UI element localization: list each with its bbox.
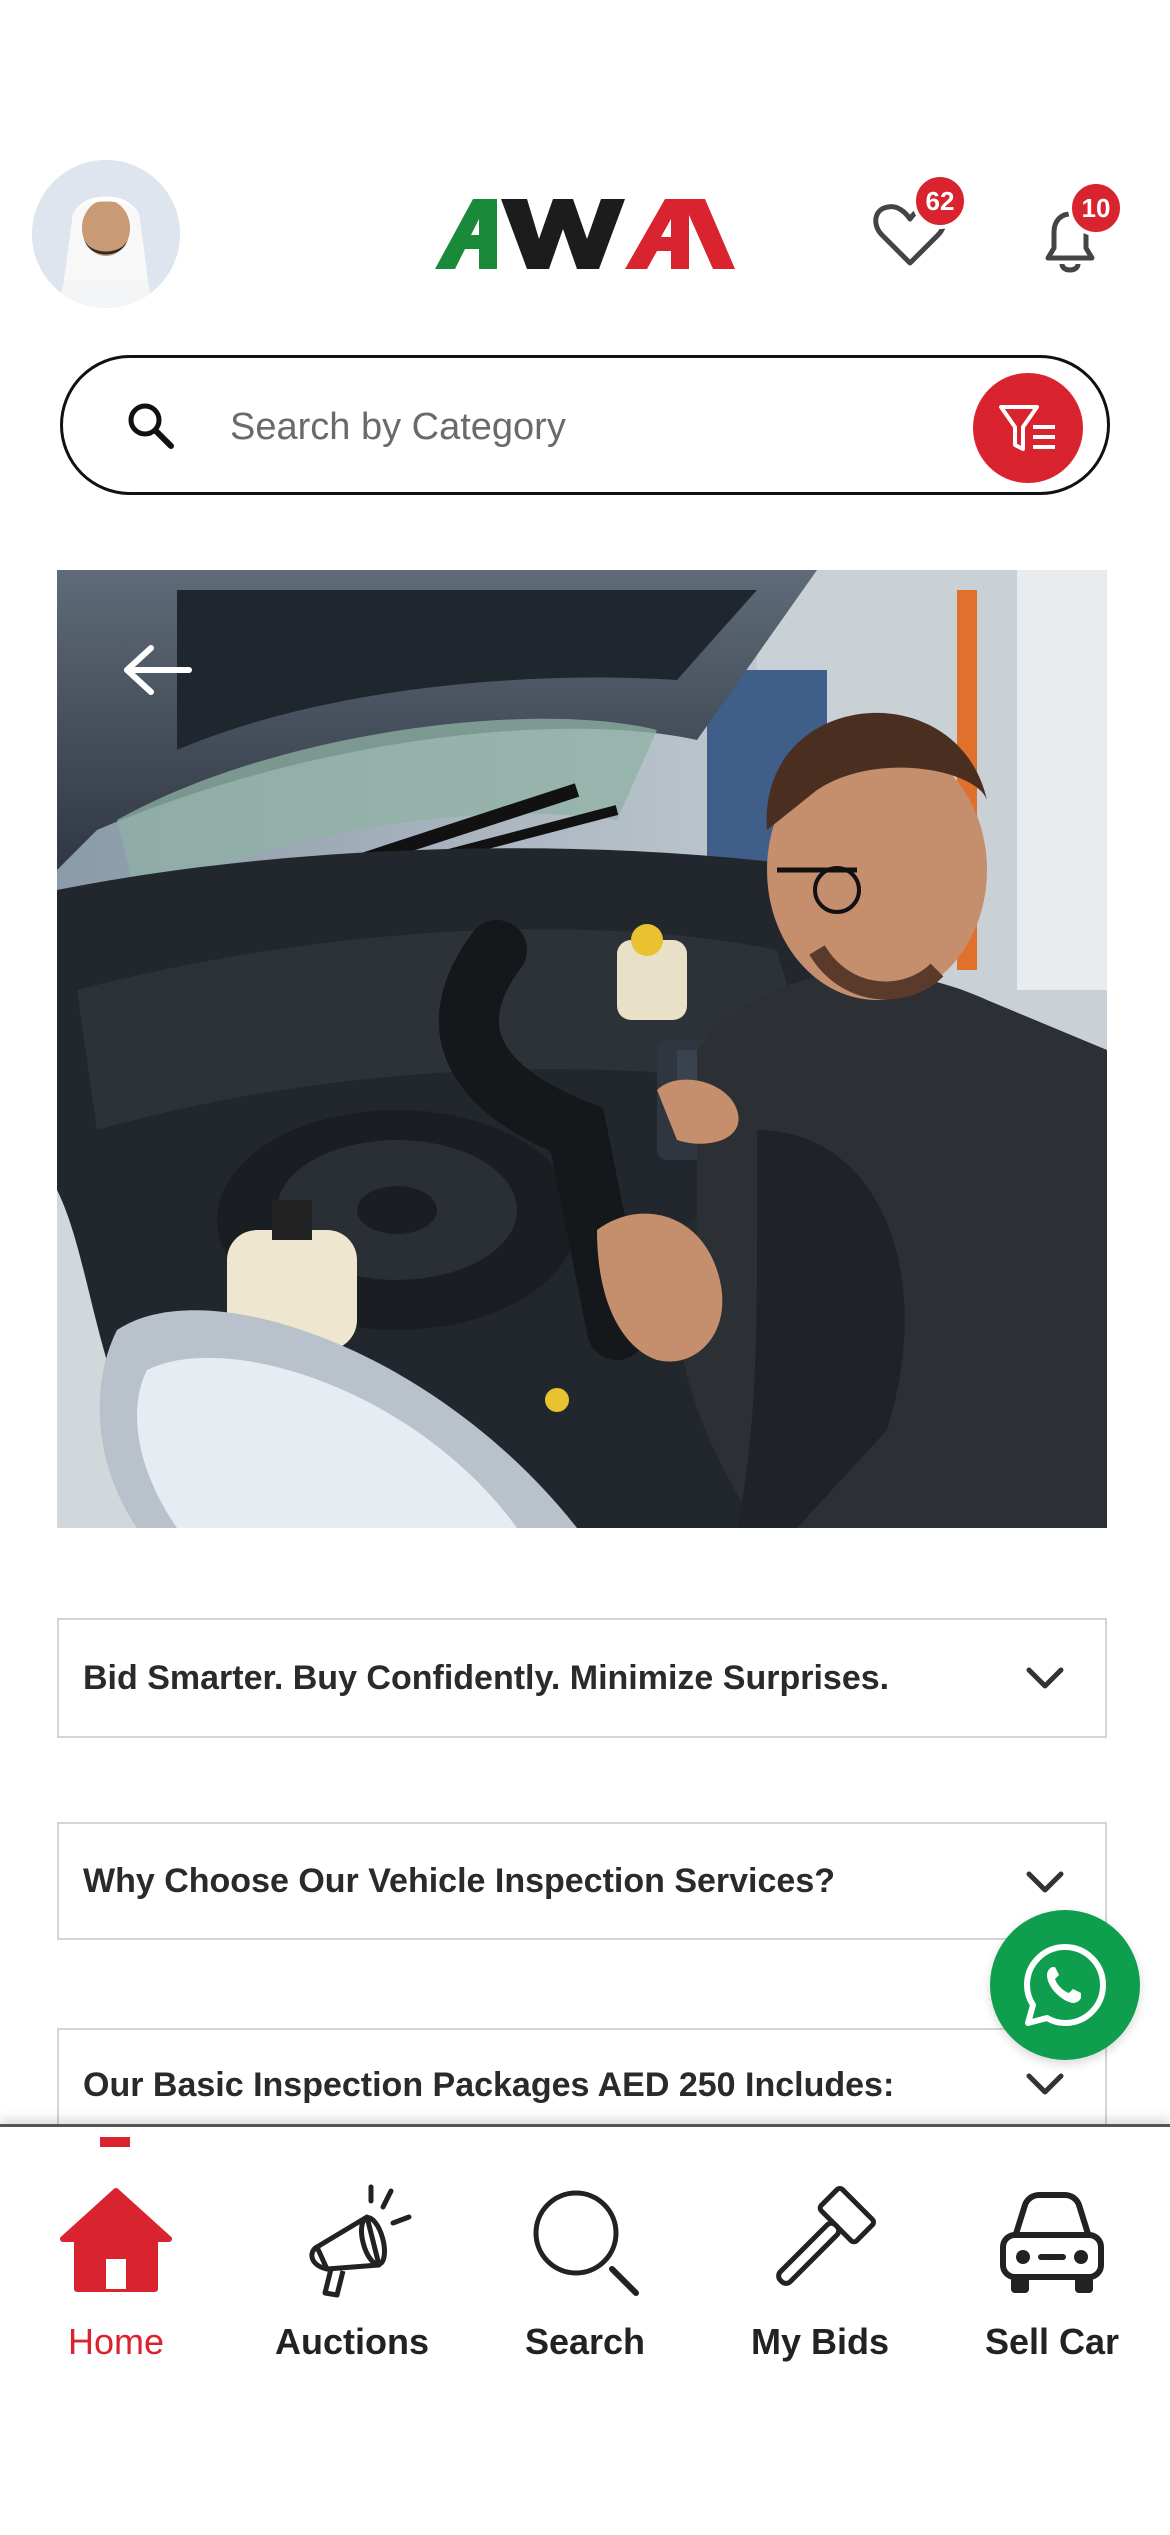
- nav-label-home: Home: [67, 2321, 165, 2362]
- nav-item-my-bids[interactable]: My Bids: [710, 2177, 930, 2377]
- wishlist-count-badge: 62: [912, 173, 968, 229]
- search-bar[interactable]: [60, 355, 1110, 495]
- whatsapp-icon: [1024, 1944, 1106, 2026]
- search-icon: [533, 2190, 639, 2296]
- car-icon: [1000, 2192, 1104, 2293]
- accordion-item[interactable]: Our Basic Inspection Packages AED 250 In…: [57, 2028, 1107, 2124]
- nav-item-sell-car[interactable]: Sell Car: [942, 2177, 1162, 2377]
- nav-item-auctions[interactable]: Auctions: [242, 2177, 462, 2377]
- hero-image: [57, 570, 1107, 1528]
- bottom-nav: Home Auctions Search My Bids Sell Car: [0, 2124, 1170, 2535]
- accordion-title: Our Basic Inspection Packages AED 250 In…: [83, 2066, 895, 2104]
- search-icon: [128, 403, 174, 449]
- chevron-down-icon: [1026, 1667, 1064, 1689]
- nav-label-my-bids: My Bids: [750, 2321, 890, 2362]
- home-icon: [60, 2188, 172, 2292]
- nav-label-sell-car: Sell Car: [984, 2321, 1120, 2362]
- search-input[interactable]: [228, 396, 972, 458]
- notifications-button[interactable]: 10: [1030, 180, 1124, 280]
- accordion-item[interactable]: Bid Smarter. Buy Confidently. Minimize S…: [57, 1618, 1107, 1738]
- filter-button[interactable]: [973, 373, 1083, 483]
- wishlist-button[interactable]: 62: [870, 173, 968, 275]
- nav-item-home[interactable]: Home: [6, 2177, 226, 2377]
- arrow-left-icon[interactable]: [117, 640, 197, 700]
- accordion-item[interactable]: Why Choose Our Vehicle Inspection Servic…: [57, 1822, 1107, 1940]
- avatar[interactable]: [32, 160, 180, 308]
- chevron-down-icon: [1026, 1871, 1064, 1893]
- whatsapp-button[interactable]: [990, 1910, 1140, 2060]
- nav-label-auctions: Auctions: [274, 2321, 429, 2362]
- accordion-title: Why Choose Our Vehicle Inspection Servic…: [83, 1862, 836, 1900]
- megaphone-icon: [309, 2184, 412, 2298]
- mechanic-inspecting-engine-image: [57, 570, 1107, 1528]
- notifications-count-badge: 10: [1068, 180, 1124, 236]
- accordion-title: Bid Smarter. Buy Confidently. Minimize S…: [83, 1659, 890, 1697]
- nav-label-search: Search: [524, 2321, 646, 2362]
- awa-logo: [435, 195, 735, 275]
- filter-icon: [999, 405, 1055, 451]
- chevron-down-icon: [1026, 2073, 1064, 2095]
- avatar-image: [32, 160, 180, 308]
- nav-item-search[interactable]: Search: [475, 2177, 695, 2377]
- gavel-icon: [776, 2186, 876, 2286]
- nav-active-indicator: [100, 2137, 130, 2147]
